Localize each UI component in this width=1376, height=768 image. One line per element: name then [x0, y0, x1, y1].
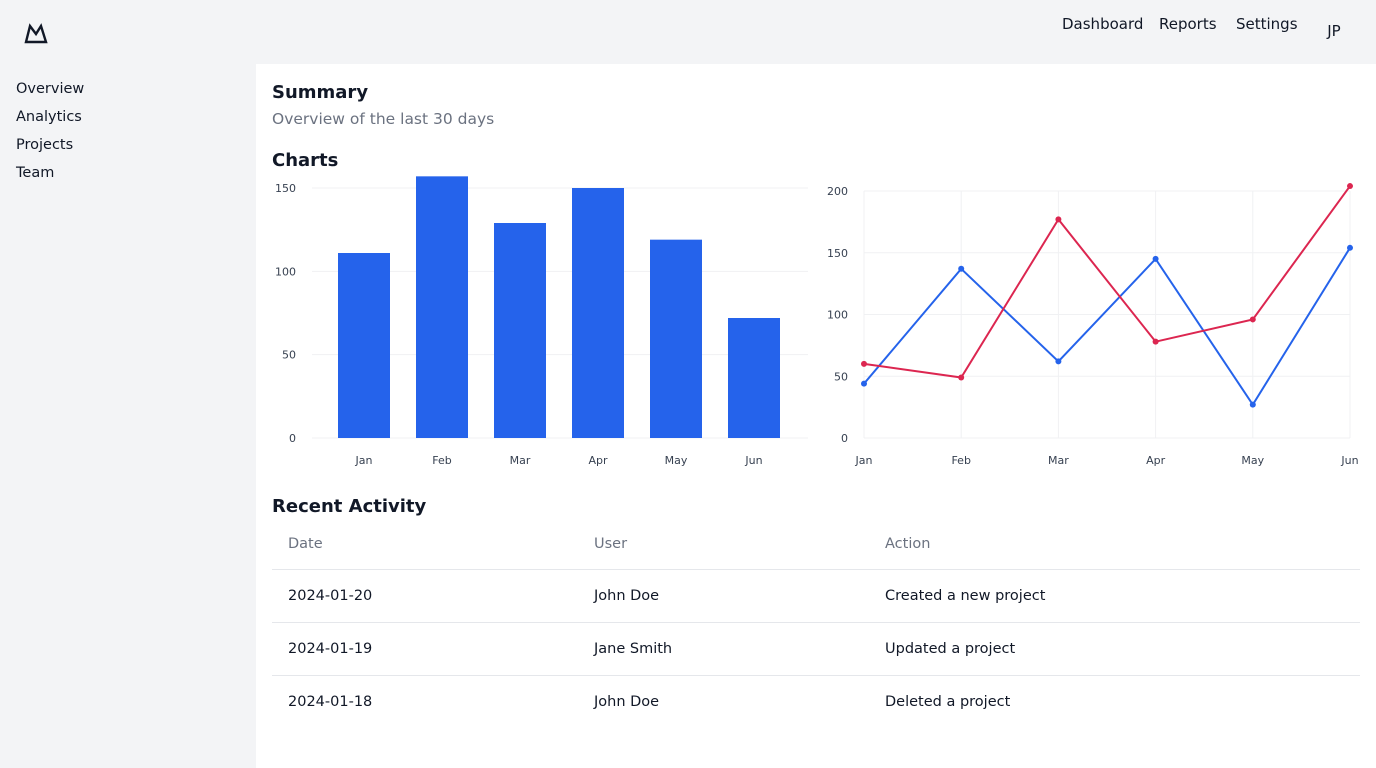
x-tick-label: May: [665, 454, 688, 467]
x-tick-label: Feb: [432, 454, 451, 467]
nav-reports[interactable]: Reports: [1159, 15, 1217, 33]
data-point: [861, 380, 867, 387]
cell-user: Jane Smith: [594, 641, 673, 657]
x-tick-label: Jan: [855, 454, 873, 467]
x-tick-label: Mar: [1048, 454, 1069, 467]
data-point: [1249, 401, 1256, 408]
activity-table: Date User Action 2024-01-20 John Doe Cre…: [272, 518, 1360, 729]
x-tick-label: Jan: [355, 454, 373, 467]
x-tick-label: Jun: [744, 454, 762, 467]
bar: [416, 176, 468, 439]
table-row: 2024-01-20 John Doe Created a new projec…: [272, 570, 1360, 623]
table-row: 2024-01-18 John Doe Deleted a project: [272, 676, 1360, 729]
cell-user: John Doe: [594, 588, 660, 604]
sidebar-item-projects[interactable]: Projects: [16, 137, 73, 153]
data-point: [1347, 183, 1353, 190]
y-tick-label: 150: [827, 247, 848, 260]
cell-action: Created a new project: [885, 588, 1046, 604]
table-row: 2024-01-19 Jane Smith Updated a project: [272, 623, 1360, 676]
series-line: [863, 247, 1351, 407]
charts-heading: Charts: [272, 150, 339, 171]
x-tick-label: Mar: [510, 454, 531, 467]
bar: [338, 253, 390, 438]
data-point: [1152, 255, 1159, 262]
data-point: [958, 374, 965, 381]
bar: [650, 239, 702, 438]
top-bar: Dashboard Reports Settings JP: [0, 0, 1376, 64]
y-tick-label: 50: [834, 370, 848, 383]
bar: [494, 223, 546, 438]
column-header-date: Date: [288, 536, 323, 552]
data-point: [1152, 338, 1159, 345]
y-tick-label: 50: [282, 349, 296, 362]
data-point: [1347, 244, 1353, 251]
x-tick-label: May: [1241, 454, 1264, 467]
sidebar: Overview Analytics Projects Team: [0, 64, 256, 768]
y-tick-label: 100: [275, 265, 296, 278]
cell-date: 2024-01-19: [288, 641, 373, 657]
bar: [728, 318, 780, 438]
data-point: [1249, 316, 1256, 323]
column-header-user: User: [594, 536, 628, 552]
sidebar-item-overview[interactable]: Overview: [16, 81, 84, 97]
sidebar-item-team[interactable]: Team: [16, 165, 54, 181]
nav-dashboard[interactable]: Dashboard: [1062, 15, 1143, 33]
x-tick-label: Apr: [1146, 454, 1166, 467]
y-tick-label: 200: [827, 185, 848, 198]
main-content: Summary Overview of the last 30 days Cha…: [256, 64, 1376, 768]
activity-heading: Recent Activity: [272, 496, 427, 517]
y-tick-label: 100: [827, 309, 848, 322]
x-tick-label: Feb: [951, 454, 970, 467]
data-point: [958, 265, 965, 272]
series-line: [863, 185, 1351, 379]
page-title: Summary: [272, 82, 369, 103]
data-point: [1055, 216, 1062, 223]
mountain-logo-icon[interactable]: [22, 20, 50, 46]
column-header-action: Action: [885, 536, 931, 552]
data-point: [861, 360, 867, 367]
data-point: [1055, 358, 1062, 365]
line-chart: 0 50 100 150 200 Jan Feb Mar Apr May Jun: [827, 183, 1359, 467]
y-tick-label: 0: [289, 432, 296, 445]
page-subtitle: Overview of the last 30 days: [272, 110, 495, 128]
cell-action: Deleted a project: [885, 694, 1011, 710]
table-header-row: Date User Action: [272, 518, 1360, 570]
y-tick-label: 150: [275, 182, 296, 195]
cell-date: 2024-01-20: [288, 588, 373, 604]
cell-action: Updated a project: [885, 641, 1016, 657]
nav-settings[interactable]: Settings: [1236, 15, 1298, 33]
x-tick-label: Jun: [1340, 454, 1358, 467]
cell-user: John Doe: [594, 694, 660, 710]
sidebar-item-analytics[interactable]: Analytics: [16, 109, 82, 125]
x-tick-label: Apr: [588, 454, 608, 467]
user-avatar[interactable]: JP: [1318, 22, 1350, 44]
bar-chart: 0 50 100 150 Jan Feb Mar Apr May Jun: [275, 176, 808, 467]
cell-date: 2024-01-18: [288, 694, 373, 710]
bar: [572, 188, 624, 438]
y-tick-label: 0: [841, 432, 848, 445]
